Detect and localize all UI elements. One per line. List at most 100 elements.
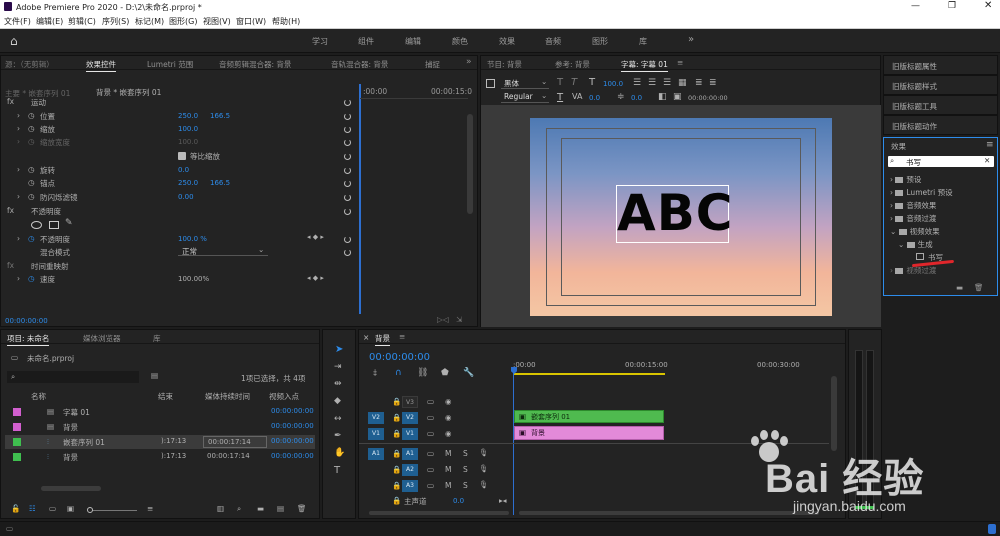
scale-width-reset-icon[interactable] [344,139,351,146]
track-target-v3[interactable]: V3 [402,396,418,408]
slip-tool-icon[interactable]: ↔ [334,414,342,424]
font-family-dropdown[interactable]: 黑体 ⌄ [501,77,549,89]
sync-lock-icon[interactable]: ▭ [427,397,434,406]
stopwatch-icon[interactable]: ◷ [28,234,35,243]
lock-icon[interactable]: 🔒 [392,429,401,438]
source-patch-v1[interactable]: V1 [368,428,384,440]
pen-mask-icon[interactable]: ✎ [65,218,73,228]
align-left-icon[interactable]: ☰ [633,78,641,88]
opacity-reset-icon[interactable] [344,236,351,243]
rotation-reset-icon[interactable] [344,167,351,174]
mute-icon[interactable]: M [445,481,451,490]
eye-icon[interactable]: ◉ [445,429,452,438]
menu-graphics[interactable]: 图形(G) [169,16,197,27]
add-marker-icon[interactable]: ⬟ [441,368,449,378]
position-y-value[interactable]: 166.5 [210,112,230,120]
tab-libraries[interactable]: 库 [153,333,161,344]
project-item-row-selected[interactable]: ⫶ 嵌套序列 01 ):17:13 00:00:17:14 00:00:00:0… [5,435,315,449]
zoom-slider-handle[interactable] [87,507,93,513]
panel-menu-icon[interactable]: ≡ [399,332,405,341]
menu-clip[interactable]: 剪辑(C) [68,16,96,27]
wrench-icon[interactable]: 🔧 [463,368,474,378]
rotation-value[interactable]: 0.0 [178,166,189,174]
antiflicker-reset-icon[interactable] [344,194,351,201]
go-to-end-icon[interactable]: ▸◂ [499,496,507,505]
ec-timecode[interactable]: 00:00:00:00 [5,317,48,325]
sequence-clip-label[interactable]: 背景 * 嵌套序列 01 [96,87,161,98]
anchor-x-value[interactable]: 250.0 [178,179,198,187]
tab-reference[interactable]: 参考: 背景 [555,59,590,70]
export-icon[interactable]: ⇲ [456,315,462,324]
freeform-view-icon[interactable]: ▣ [67,504,74,513]
type-tool-icon[interactable]: T [334,465,340,476]
mute-icon[interactable]: M [445,449,451,458]
expand-chevron-icon[interactable]: › [17,192,20,201]
source-patch-a1[interactable]: A1 [368,448,384,460]
font-style-dropdown[interactable]: Regular ⌄ [501,91,549,103]
column-video-in[interactable]: 视频入点 [269,391,299,402]
workspace-color[interactable]: 颜色 [452,36,468,47]
find-icon[interactable]: ⌕ [237,504,241,514]
anchor-y-value[interactable]: 166.5 [210,179,230,187]
project-item-row[interactable]: ⫶ 背景 ):17:13 00:00:17:14 00:00:00:00 [5,450,315,464]
expand-chevron-icon[interactable]: › [17,274,20,283]
microphone-icon[interactable]: 🎙 [479,464,489,473]
anchor-reset-icon[interactable] [344,180,351,187]
more-tabs-icon[interactable]: » [466,57,472,67]
title-properties-icon[interactable] [486,79,495,88]
tab-media-browser[interactable]: 媒体浏览器 [83,333,121,344]
tab-title[interactable]: 字幕: 字幕 01 [621,59,668,72]
master-volume-value[interactable]: 0.0 [453,497,464,505]
time-remap-section-label[interactable]: 时间重映射 [31,261,69,272]
text-baseline-icon[interactable]: ≣ [695,78,703,88]
clear-icon[interactable]: 🗑 [297,504,307,513]
antiflicker-value[interactable]: 0.00 [178,193,194,201]
eye-icon[interactable]: ◉ [445,397,452,406]
timeline-clip-nested-sequence[interactable]: ▣ 嵌套序列 01 [514,410,664,423]
italic-icon[interactable]: T [571,77,577,88]
icon-view-icon[interactable]: ▭ [49,504,56,513]
legacy-title-tools-panel[interactable]: 旧版标题工具 [883,95,998,115]
track-target-a1[interactable]: A1 [402,448,418,460]
ellipse-mask-icon[interactable] [31,221,42,229]
tab-stops-icon[interactable]: ▦ [678,78,687,88]
column-duration[interactable]: 媒体持续时间 [205,391,250,402]
legacy-title-actions-panel[interactable]: 旧版标题动作 [883,115,998,135]
snap-icon[interactable]: ∩ [395,368,402,378]
ripple-edit-tool-icon[interactable]: ⇹ [334,379,342,389]
effects-tree-item[interactable]: › 预设 [890,174,921,185]
title-text-abc[interactable]: ABC [617,184,733,242]
underline-icon[interactable]: T [557,92,563,103]
label-color-swatch[interactable] [13,423,21,431]
expand-chevron-icon[interactable]: › [17,165,20,174]
tab-source[interactable]: 源：（无剪辑） [5,59,54,70]
solo-icon[interactable]: S [463,449,468,458]
clear-search-icon[interactable]: ✕ [984,156,990,165]
razor-tool-icon[interactable]: ◆ [334,396,341,406]
filter-icon[interactable]: ▷◁ [437,315,449,324]
tab-effect-controls[interactable]: 效果控件 [86,59,116,72]
tab-audio-clip-mixer[interactable]: 音频剪辑混合器: 背景 [219,59,291,70]
list-view-icon[interactable]: ☷ [29,504,36,513]
keyframe-nav-icon[interactable]: ◂ ◆ ▸ [307,274,324,282]
uniform-scale-reset-icon[interactable] [344,153,351,160]
workspace-editing[interactable]: 编辑 [405,36,421,47]
lock-icon[interactable]: 🔓 [11,504,20,513]
expand-chevron-icon[interactable]: › [17,111,20,120]
opacity-section-label[interactable]: 不透明度 [31,206,61,217]
ec-playhead[interactable] [359,84,361,314]
mute-icon[interactable]: M [445,465,451,474]
track-target-v1[interactable]: V1 [402,428,418,440]
solo-icon[interactable]: S [463,481,468,490]
project-scrollbar[interactable] [41,486,101,491]
maximize-icon[interactable]: ❐ [948,1,956,11]
automate-icon[interactable]: ▥ [217,504,224,513]
track-target-v2[interactable]: V2 [402,412,418,424]
opacity-section-reset-icon[interactable] [344,208,351,215]
workspace-audio[interactable]: 音频 [545,36,561,47]
minimize-icon[interactable]: — [911,1,920,11]
stopwatch-icon[interactable]: ◷ [28,111,35,120]
project-item-row[interactable]: ▤ 字幕 01 00:00:00:00 [5,405,315,419]
solo-icon[interactable]: S [463,465,468,474]
legacy-title-styles-panel[interactable]: 旧版标题样式 [883,75,998,95]
